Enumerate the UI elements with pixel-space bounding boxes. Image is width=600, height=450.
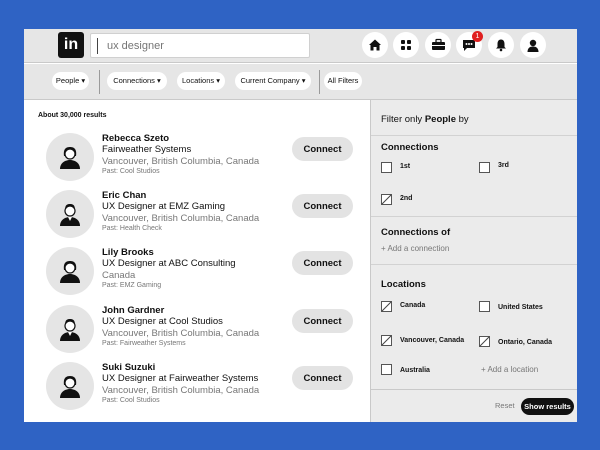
person-location: Vancouver, British Columbia, Canada [102, 213, 260, 224]
option-label-canada: Canada [400, 302, 426, 309]
female-person-icon [60, 147, 80, 169]
panel-footer: Reset Show results [371, 389, 577, 422]
search-results: About 30,000 results Rebecca Szeto Fairw… [24, 100, 370, 422]
locations-filter-chip[interactable]: Locations ▾ [177, 72, 225, 90]
person-avatar[interactable] [46, 133, 94, 181]
section-divider [371, 216, 577, 217]
person-avatar[interactable] [46, 305, 94, 353]
connections-of-heading: Connections of [381, 227, 451, 238]
option-label-vancouver: Vancouver, Canada [400, 337, 465, 344]
option-label-united-states: United States [498, 304, 543, 311]
panel-title-pre: Filter only [381, 114, 423, 125]
option-label-3rd: 3rd [498, 162, 509, 169]
results-count: About 30,000 results [38, 112, 107, 119]
checkbox-ontario[interactable] [479, 336, 490, 347]
section-divider [371, 264, 577, 265]
person-past: Past: Health Check [102, 225, 162, 232]
message-count-badge: 1 [472, 31, 483, 42]
top-nav-bar: in 1 [24, 29, 577, 63]
checkbox-canada[interactable] [381, 301, 392, 312]
reset-button[interactable]: Reset [495, 401, 515, 410]
connect-button[interactable]: Connect [292, 251, 353, 275]
male-person-icon [60, 319, 80, 341]
add-connection-link[interactable]: + Add a connection [381, 244, 449, 253]
all-filters-chip[interactable]: All Filters [324, 72, 362, 90]
messaging-icon[interactable]: 1 [456, 31, 483, 58]
linkedin-logo[interactable]: in [58, 32, 84, 58]
result-row: Eric Chan UX Designer at EMZ Gaming Vanc… [24, 190, 370, 248]
panel-title-bold: People [424, 114, 456, 125]
person-title: UX Designer at EMZ Gaming [102, 201, 226, 212]
person-title: Fairweather Systems [102, 144, 192, 155]
result-row: Suki Suzuki UX Designer at Fairweather S… [24, 362, 370, 420]
person-avatar[interactable] [46, 247, 94, 295]
people-filter-chip[interactable]: People ▾ [52, 72, 89, 90]
checkbox-1st[interactable] [381, 162, 392, 173]
person-location: Vancouver, British Columbia, Canada [102, 156, 260, 167]
person-name[interactable]: Rebecca Szeto [102, 133, 169, 144]
filter-divider [319, 70, 320, 94]
connect-button[interactable]: Connect [292, 309, 353, 333]
checkbox-united-states[interactable] [479, 301, 490, 312]
person-name[interactable]: Eric Chan [102, 190, 146, 201]
notifications-bell-icon[interactable] [488, 32, 514, 58]
home-icon[interactable] [362, 32, 388, 58]
person-title: UX Designer at Cool Studios [102, 316, 223, 327]
option-label-1st: 1st [400, 163, 411, 170]
show-results-button[interactable]: Show results [521, 398, 574, 415]
search-input[interactable] [107, 37, 303, 55]
panel-title: Filter only People by [381, 114, 469, 125]
connect-button[interactable]: Connect [292, 194, 353, 218]
app-window: in 1 People ▾ Connections ▾ Locations ▾ [24, 29, 577, 422]
person-avatar[interactable] [46, 362, 94, 410]
female-person-icon [60, 261, 80, 283]
person-avatar[interactable] [46, 190, 94, 238]
female-person-icon [60, 376, 80, 398]
filter-bar: People ▾ Connections ▾ Locations ▾ Curre… [24, 64, 577, 100]
person-name[interactable]: Lily Brooks [102, 247, 154, 258]
person-name[interactable]: John Gardner [102, 305, 164, 316]
section-divider [371, 135, 577, 136]
checkbox-vancouver[interactable] [381, 335, 392, 346]
checkbox-3rd[interactable] [479, 162, 490, 173]
option-label-australia: Australia [400, 367, 430, 374]
search-box[interactable] [90, 33, 310, 58]
connect-button[interactable]: Connect [292, 366, 353, 390]
text-cursor [97, 38, 98, 54]
person-location: Canada [102, 270, 136, 281]
current-company-filter-chip[interactable]: Current Company ▾ [235, 72, 311, 90]
person-location: Vancouver, British Columbia, Canada [102, 328, 260, 339]
checkbox-australia[interactable] [381, 364, 392, 375]
option-label-ontario: Ontario, Canada [498, 339, 553, 346]
filter-divider [99, 70, 100, 94]
person-past: Past: Fairweather Systems [102, 340, 186, 347]
result-row: John Gardner UX Designer at Cool Studios… [24, 305, 370, 363]
locations-heading: Locations [381, 279, 426, 290]
option-label-2nd: 2nd [400, 195, 413, 202]
person-location: Vancouver, British Columbia, Canada [102, 385, 260, 396]
person-title: UX Designer at Fairweather Systems [102, 373, 259, 384]
jobs-briefcase-icon[interactable] [425, 32, 451, 58]
panel-title-post: by [458, 114, 469, 125]
profile-avatar-icon[interactable] [520, 32, 546, 58]
person-past: Past: Cool Studios [102, 397, 160, 404]
filter-panel: Filter only People by Connections 1st 3r… [370, 100, 577, 422]
add-location-link[interactable]: + Add a location [481, 365, 538, 374]
person-past: Past: Cool Studios [102, 168, 160, 175]
person-name[interactable]: Suki Suzuki [102, 362, 155, 373]
result-row: Lily Brooks UX Designer at ABC Consultin… [24, 247, 370, 305]
connections-heading: Connections [381, 142, 439, 153]
person-title: UX Designer at ABC Consulting [102, 258, 236, 269]
result-row: Rebecca Szeto Fairweather Systems Vancou… [24, 133, 370, 191]
network-icon[interactable] [393, 32, 419, 58]
checkbox-2nd[interactable] [381, 194, 392, 205]
connections-filter-chip[interactable]: Connections ▾ [107, 72, 167, 90]
connect-button[interactable]: Connect [292, 137, 353, 161]
person-past: Past: EMZ Gaming [102, 282, 162, 289]
male-person-icon [60, 204, 80, 226]
